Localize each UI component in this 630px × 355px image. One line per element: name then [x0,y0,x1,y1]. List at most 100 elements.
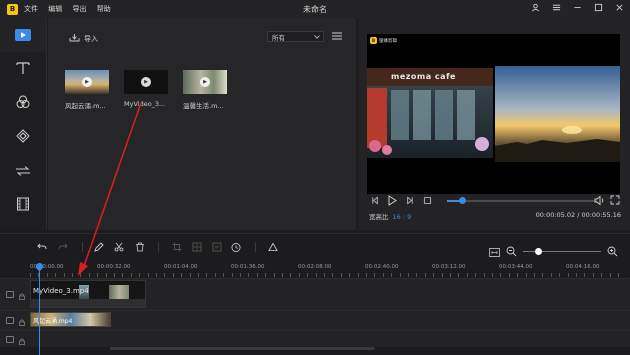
undo-icon[interactable] [37,242,47,252]
menu-edit[interactable]: 编辑 [48,5,62,13]
sidebar-overlay-tab[interactable] [0,120,46,154]
time-display: 00:00:05.02 / 00:00:55.16 [535,211,621,219]
media-label: MyVideo_3... [124,100,166,108]
playback-controls [367,194,620,208]
left-sidebar [0,18,47,230]
menu-export[interactable]: 导出 [72,5,86,13]
import-button[interactable]: 导入 [69,33,98,44]
ruler-tick [340,273,342,277]
timeline-clip-myvideo[interactable]: MyVideo_3.mp4 [30,280,146,308]
color-adjust-icon[interactable] [268,242,278,252]
ruler-tick [214,273,216,277]
ruler-tick [567,273,569,277]
list-view-icon[interactable] [332,32,342,42]
sign-text: mezoma cafe [391,72,456,81]
lock-icon[interactable] [18,330,25,349]
playhead[interactable] [39,263,40,355]
sidebar-element-tab[interactable] [0,188,46,222]
media-play-icon [15,26,31,45]
freeze-frame-icon[interactable] [212,242,222,252]
lock-icon[interactable] [18,311,25,330]
menu-help[interactable]: 帮助 [97,5,111,13]
crop-icon[interactable] [172,242,182,252]
progress-knob[interactable] [459,197,466,204]
ruler-tick [122,273,124,277]
mosaic-icon[interactable] [192,242,202,252]
redo-icon[interactable] [58,242,68,252]
ruler-tick [433,273,435,277]
delete-icon[interactable] [135,242,145,252]
progress-bar[interactable] [447,197,597,204]
ruler-tick [618,273,619,277]
media-item-2[interactable]: ▶ MyVideo_3... [124,70,168,108]
menu-icon[interactable] [552,3,561,15]
volume-icon[interactable] [594,195,605,208]
duration-clock-icon[interactable] [231,242,241,252]
media-item-3[interactable]: ▶ 温馨生活.m... [183,70,227,110]
ruler-tick [357,273,359,277]
text-icon [16,60,30,79]
ruler-label: 00:00:32.00 [97,264,131,270]
ruler-tick [366,273,367,277]
play-icon: ▶ [82,77,92,87]
user-icon[interactable] [531,3,540,15]
title-bar: B 文件 编辑 导出 帮助 未命名 [0,0,630,18]
play-button-icon[interactable] [387,195,397,208]
timeline-ruler[interactable]: 00:00:00.00 00:00:32.00 00:01:04.00 00:0… [0,259,630,277]
ruler-label: 00:01:04.00 [164,264,198,270]
ruler-tick [206,273,208,277]
split-scissors-icon[interactable] [114,242,124,252]
ruler-tick [46,273,48,277]
timeline-clip-fengqi[interactable]: 风起云涌.mp4 [30,312,111,327]
ruler-tick [592,273,594,277]
ruler-tick [156,273,157,277]
ruler-tick [282,273,283,277]
ruler-tick [139,273,141,277]
filter-circles-icon [16,94,30,113]
ruler-tick [416,273,418,277]
ruler-tick [475,273,477,277]
prev-frame-icon[interactable] [371,196,380,207]
sidebar-transition-tab[interactable] [0,154,46,188]
next-frame-icon[interactable] [405,196,414,207]
close-icon[interactable] [615,3,624,15]
ruler-tick [408,273,409,277]
sidebar-filter-tab[interactable] [0,86,46,120]
menu-bar: 文件 编辑 导出 帮助 [24,4,119,14]
ruler-tick [315,273,317,277]
ruler-tick [256,273,258,277]
ruler-tick [172,273,174,277]
ruler-tick [542,273,544,277]
ruler-tick [399,273,401,277]
ruler-tick [80,273,82,277]
track-checkbox[interactable] [5,317,14,324]
filter-select[interactable]: 所有 [267,31,324,42]
zoom-slider-knob[interactable] [535,248,542,255]
fullscreen-icon[interactable] [610,195,620,207]
edit-pencil-icon[interactable] [94,242,104,252]
ruler-tick [147,273,149,277]
ruler-tick [492,273,493,277]
menu-file[interactable]: 文件 [24,5,38,13]
ruler-tick [164,273,166,277]
timeline-scrollbar[interactable] [110,347,375,350]
track-checkbox[interactable] [5,291,14,298]
sidebar-media-tab[interactable] [0,18,46,52]
ruler-label: 00:03:44.00 [499,264,533,270]
ruler-tick [424,273,426,277]
sidebar-text-tab[interactable] [0,52,46,86]
zoom-slider[interactable] [523,248,601,255]
import-icon [69,33,80,44]
stop-icon[interactable] [423,196,432,207]
maximize-icon[interactable] [594,3,603,15]
aspect-ratio[interactable]: 宽高比 16 : 9 [369,211,411,221]
media-item-1[interactable]: ▶ 风起云涌.m... [65,70,109,110]
import-label: 导入 [84,34,98,43]
clip-thumbnail [109,285,129,299]
ratio-label: 宽高比 [369,213,389,221]
track-checkbox[interactable] [5,335,14,343]
minimize-icon[interactable] [573,3,582,15]
lock-icon[interactable] [18,285,25,304]
ruler-tick [382,273,384,277]
app-window: B 文件 编辑 导出 帮助 未命名 导入 所有 ▶ 风起云涌.m... ▶ My… [0,0,630,355]
